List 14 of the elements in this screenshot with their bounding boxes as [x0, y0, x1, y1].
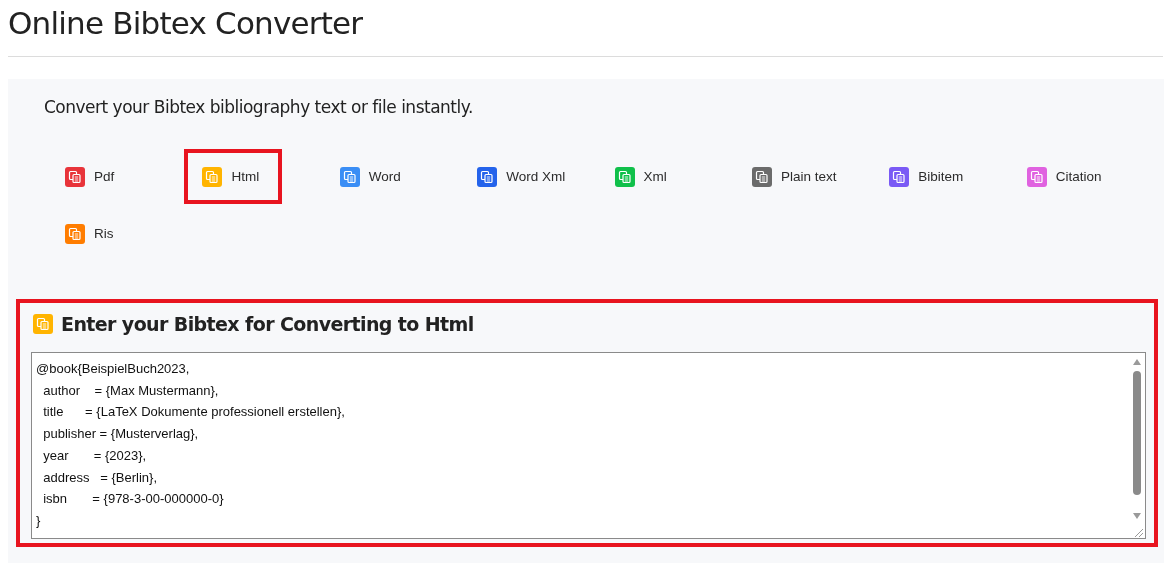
- page-title: Online Bibtex Converter: [8, 0, 1163, 57]
- text-area[interactable]: @book{BeispielBuch2023, author = {Max Mustermann}, title = {LaTeX Dokumente professionell erstellen}, publisher = {Musterverlag}, year = {2023}, address = {Berlin}, isbn = {978-3-00-000000-0} }: [31, 352, 1146, 539]
- subtitle: Convert your Bibtex bibliography text or file instantly.: [44, 97, 474, 117]
- format-button[interactable]: Html: [184, 149, 283, 204]
- format-button[interactable]: Citation: [1008, 149, 1116, 204]
- format-button[interactable]: Plain text: [733, 149, 851, 204]
- format-button[interactable]: Pdf: [47, 149, 145, 204]
- format-button[interactable]: Ris: [47, 206, 145, 261]
- editor-heading: Enter your Bibtex for Converting to Html: [61, 313, 474, 335]
- format-button[interactable]: Word Xml: [459, 149, 580, 204]
- bibtex-text: @book{BeispielBuch2023, author = {Max Mustermann}, title = {LaTeX Dokumente professionell erstellen}, publisher = {Musterverlag}, year = {2023}, address = {Berlin}, isbn = {978-3-00-000000-0} }: [35, 360, 346, 530]
- format-button[interactable]: Word: [321, 149, 420, 204]
- format-button[interactable]: Bibitem: [871, 149, 978, 204]
- format-button[interactable]: Xml: [596, 149, 695, 204]
